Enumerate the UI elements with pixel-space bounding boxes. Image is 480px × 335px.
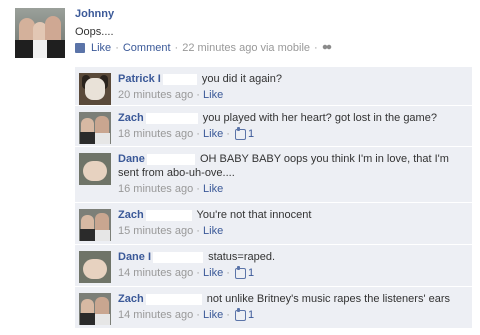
separator: · [196, 128, 200, 140]
separator: · [196, 183, 200, 195]
commenter-name[interactable]: Dane [118, 153, 145, 165]
post-text: Oops.... [75, 26, 114, 38]
comment-like-count[interactable]: 1 [248, 267, 254, 279]
thumbs-up-icon [235, 265, 246, 279]
comment-item: Dane I status=raped. 14 minutes ago · Li… [75, 245, 472, 287]
redaction [145, 293, 202, 305]
commenter-name[interactable]: Dane I [118, 251, 151, 263]
comment-like-count[interactable]: 1 [248, 309, 254, 321]
redaction [153, 251, 204, 263]
redaction [146, 153, 195, 165]
separator: · [226, 309, 230, 321]
comment-like-button[interactable]: Like [203, 128, 223, 140]
separator: · [115, 42, 119, 54]
comment-text: you played with her heart? got lost in t… [202, 112, 437, 124]
commenter-avatar[interactable] [79, 153, 111, 185]
comment-text: not unlike Britney's music rapes the lis… [206, 293, 451, 305]
post-actions: Like · Comment · 22 minutes ago via mobi… [75, 42, 472, 54]
comment-like-button[interactable]: Like [203, 183, 223, 195]
people-icon[interactable] [321, 44, 332, 52]
commenter-name[interactable]: Zach [118, 112, 144, 124]
separator: · [196, 267, 200, 279]
comment-like-button[interactable]: Like [203, 309, 223, 321]
comment-item: Dane OH BABY BABY oops you think I'm in … [75, 147, 472, 203]
separator: · [196, 225, 200, 237]
comment-text: you did it again? [201, 73, 282, 85]
post-author-photo[interactable] [15, 8, 65, 58]
commenter-avatar[interactable] [79, 251, 111, 283]
comment-button[interactable]: Comment [123, 42, 171, 54]
comment-timestamp[interactable]: 14 minutes ago [118, 267, 193, 279]
comment-timestamp[interactable]: 20 minutes ago [118, 89, 193, 101]
comment-item: Zach you played with her heart? got lost… [75, 106, 472, 147]
commenter-avatar[interactable] [79, 73, 111, 105]
commenter-name[interactable]: Patrick I [118, 73, 161, 85]
comment-item: Zach not unlike Britney's music rapes th… [75, 287, 472, 329]
redaction [145, 209, 192, 221]
separator: · [226, 267, 230, 279]
post: Johnny Oops.... Like · Comment · 22 minu… [75, 8, 472, 54]
post-timestamp[interactable]: 22 minutes ago via mobile [182, 42, 310, 54]
comment-timestamp[interactable]: 15 minutes ago [118, 225, 193, 237]
thumbs-up-icon [235, 126, 246, 140]
comment-timestamp[interactable]: 14 minutes ago [118, 309, 193, 321]
redaction [162, 73, 197, 85]
comment-like-button[interactable]: Like [203, 89, 223, 101]
separator: · [174, 42, 179, 54]
post-author-name[interactable]: Johnny [75, 8, 472, 20]
comment-text: You're not that innocent [196, 209, 312, 221]
commenter-name[interactable]: Zach [118, 209, 144, 221]
commenter-avatar[interactable] [79, 112, 111, 144]
thumbs-up-icon [235, 307, 246, 321]
comment-item: Zach You're not that innocent 15 minutes… [75, 203, 472, 245]
commenter-name[interactable]: Zach [118, 293, 144, 305]
comment-like-button[interactable]: Like [203, 267, 223, 279]
separator: · [226, 128, 230, 140]
comment-timestamp[interactable]: 16 minutes ago [118, 183, 193, 195]
separator: · [196, 309, 200, 321]
commenter-avatar[interactable] [79, 293, 111, 325]
comment-timestamp[interactable]: 18 minutes ago [118, 128, 193, 140]
redaction [145, 112, 198, 124]
commenter-avatar[interactable] [79, 209, 111, 241]
separator: · [314, 42, 318, 54]
separator: · [196, 89, 200, 101]
comment-list: Patrick I you did it again? 20 minutes a… [75, 67, 472, 329]
like-icon [75, 43, 85, 53]
comment-like-count[interactable]: 1 [248, 128, 254, 140]
comment-item: Patrick I you did it again? 20 minutes a… [75, 67, 472, 106]
comment-like-button[interactable]: Like [203, 225, 223, 237]
comment-text: status=raped. [208, 251, 276, 263]
like-button[interactable]: Like [91, 42, 111, 54]
